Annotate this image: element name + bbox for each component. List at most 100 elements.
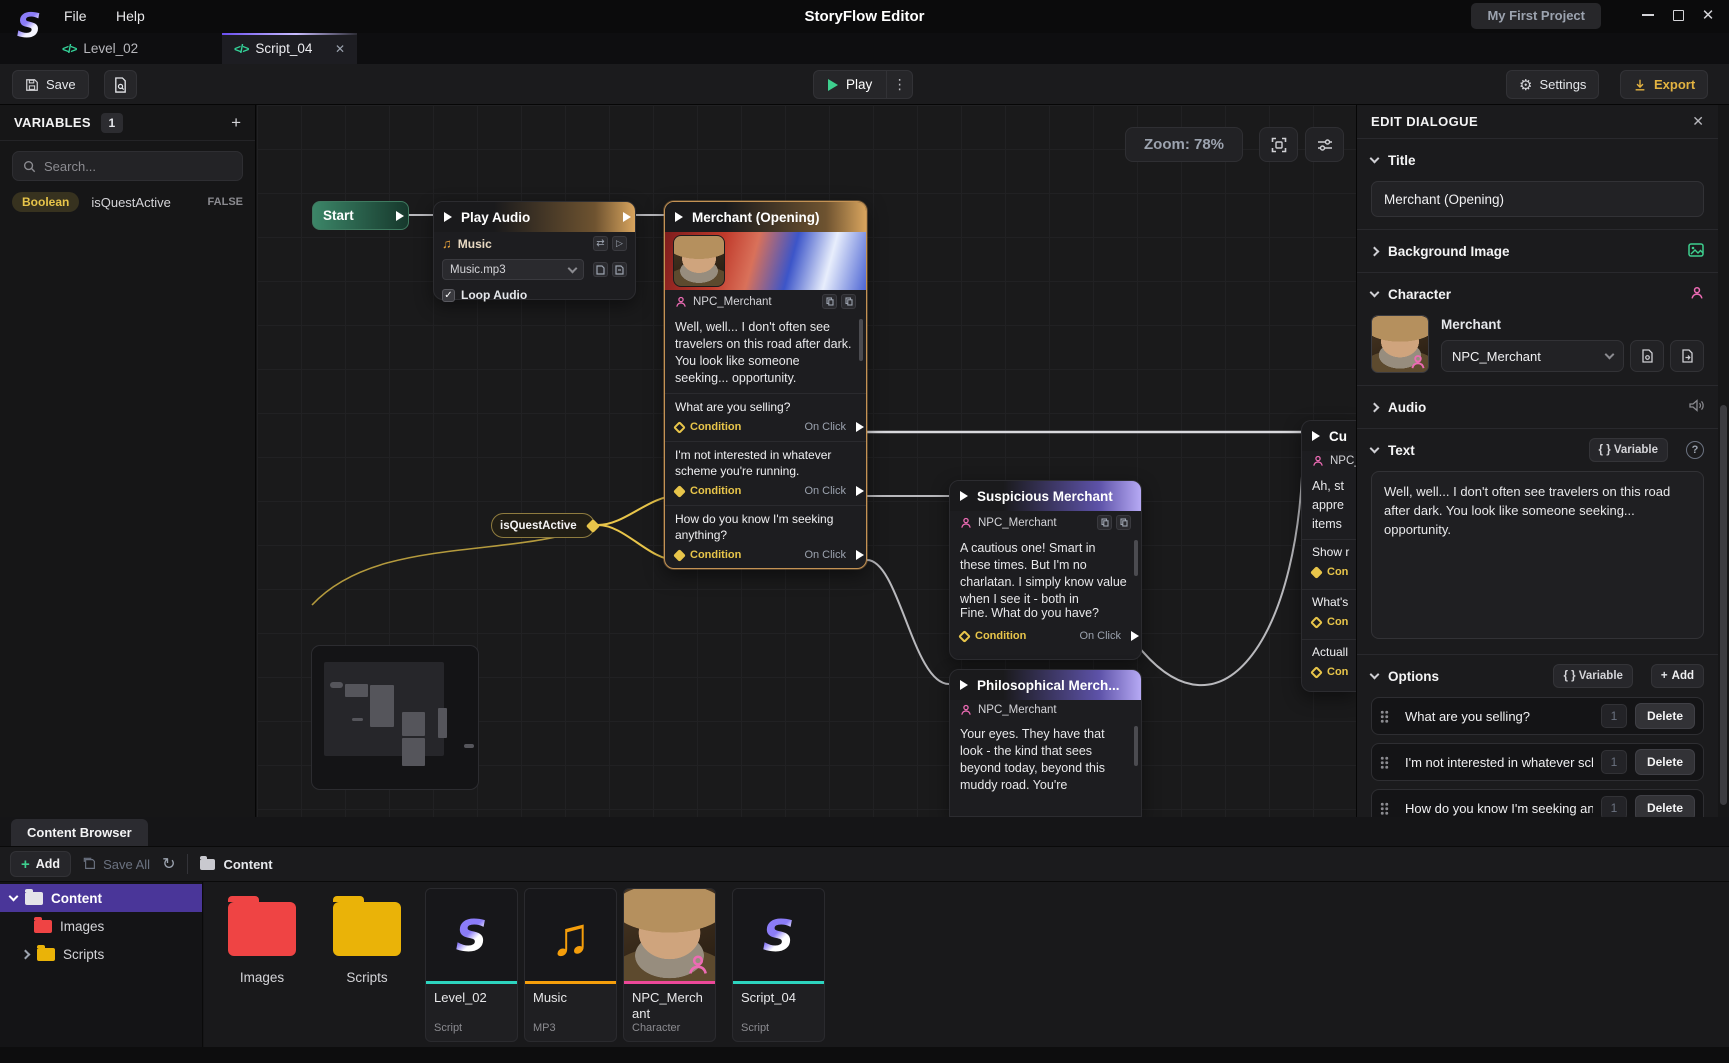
drag-handle-icon[interactable] — [1380, 710, 1389, 723]
settings-button[interactable]: ⚙ Settings — [1506, 70, 1599, 99]
asset-card-script-04[interactable]: S Script_04 Script — [732, 888, 825, 1042]
variable-search[interactable] — [12, 151, 243, 181]
dialogue-option-2[interactable]: What's Con — [1302, 589, 1356, 634]
dialogue-option-3[interactable]: Actuall Con — [1302, 639, 1356, 684]
search-input[interactable] — [44, 159, 214, 174]
asset-card-npc-merchant[interactable]: NPC_Merchant Character — [623, 888, 716, 1042]
node-suspicious-merchant[interactable]: Suspicious Merchant NPC_Merchant A cauti… — [949, 480, 1142, 660]
variable-row[interactable]: Boolean isQuestActive FALSE — [12, 187, 243, 217]
duplicate-icon-button[interactable] — [1116, 515, 1131, 530]
node-header[interactable]: Play Audio — [434, 202, 635, 232]
input-port[interactable] — [675, 212, 683, 222]
scrollbar-thumb[interactable] — [1720, 405, 1727, 805]
copy-icon-button[interactable] — [1097, 515, 1112, 530]
drag-handle-icon[interactable] — [1380, 756, 1389, 769]
output-port[interactable] — [1131, 631, 1139, 641]
content-browser-tab[interactable]: Content Browser — [11, 819, 148, 846]
condition-port[interactable] — [1310, 616, 1323, 629]
import-character-button[interactable] — [1670, 340, 1704, 372]
panel-scrollbar[interactable] — [1718, 105, 1729, 817]
window-close-button[interactable]: ✕ — [1693, 0, 1723, 30]
text-scrollbar[interactable] — [859, 319, 863, 361]
loop-icon-button[interactable]: ⇄ — [593, 236, 608, 251]
condition-port[interactable] — [958, 630, 971, 643]
node-header[interactable]: Cu — [1302, 421, 1356, 451]
tab-script-04[interactable]: </> Script_04 ✕ — [222, 33, 357, 64]
node-start[interactable]: Start — [312, 201, 409, 230]
options-section-header[interactable]: Options { } Variable +Add — [1371, 663, 1704, 689]
input-port[interactable] — [960, 680, 968, 690]
tree-item-content[interactable]: Content — [0, 884, 202, 912]
node-header[interactable]: Merchant (Opening) — [665, 202, 866, 232]
play-button[interactable]: Play — [814, 71, 886, 98]
condition-port[interactable] — [1310, 566, 1323, 579]
character-thumbnail[interactable] — [1371, 315, 1429, 373]
output-port[interactable] — [856, 550, 864, 560]
file-browse-button[interactable] — [593, 262, 608, 277]
add-asset-button[interactable]: + Add — [10, 851, 71, 877]
tab-level-02[interactable]: </> Level_02 — [50, 33, 150, 64]
script-preview-button[interactable] — [104, 70, 137, 99]
dialogue-option-1[interactable]: What are you selling? Condition On Click — [665, 393, 866, 441]
dialogue-option-2[interactable]: I'm not interested in whatever scheme yo… — [665, 441, 866, 505]
node-graph-canvas[interactable]: Zoom: 78% Start Play Audio ♫ Music ⇄ — [257, 105, 1356, 817]
window-maximize-button[interactable] — [1663, 0, 1693, 30]
tab-close-icon[interactable]: ✕ — [335, 42, 345, 56]
node-header[interactable]: Suspicious Merchant — [950, 481, 1141, 511]
delete-option-button[interactable]: Delete — [1635, 749, 1695, 775]
character-select[interactable]: NPC_Merchant — [1441, 340, 1624, 372]
condition-port[interactable] — [673, 485, 686, 498]
text-scrollbar[interactable] — [1134, 540, 1138, 576]
condition-port[interactable] — [673, 421, 686, 434]
panel-close-button[interactable]: ✕ — [1692, 113, 1704, 130]
duplicate-icon-button[interactable] — [841, 294, 856, 309]
help-icon[interactable]: ? — [1686, 441, 1704, 459]
drag-handle-icon[interactable] — [1380, 802, 1389, 815]
background-section-header[interactable]: Background Image — [1371, 238, 1704, 264]
dialogue-text[interactable]: A cautious one! Smart in these times. Bu… — [950, 534, 1141, 604]
output-port[interactable] — [856, 422, 864, 432]
window-minimize-button[interactable] — [1633, 0, 1663, 30]
delete-option-button[interactable]: Delete — [1635, 703, 1695, 729]
input-port[interactable] — [444, 212, 452, 222]
dialogue-option-1[interactable]: Show r Con — [1302, 539, 1356, 584]
node-merchant-opening[interactable]: Merchant (Opening) NPC_Merchant Well, we… — [664, 201, 867, 569]
dialogue-title-input[interactable] — [1371, 181, 1704, 217]
node-play-audio[interactable]: Play Audio ♫ Music ⇄ ▷ Music.mp3 — [433, 201, 636, 300]
breadcrumb[interactable]: Content — [200, 857, 272, 872]
export-button[interactable]: Export — [1620, 70, 1708, 99]
dialogue-option-3[interactable]: How do you know I'm seeking anything? Co… — [665, 505, 866, 569]
asset-card-level-02[interactable]: S Level_02 Script — [425, 888, 518, 1042]
preview-play-button[interactable]: ▷ — [612, 236, 627, 251]
insert-variable-button[interactable]: { } Variable — [1589, 438, 1668, 462]
output-port[interactable] — [396, 211, 404, 221]
input-port[interactable] — [960, 491, 968, 501]
audio-file-select[interactable]: Music.mp3 — [442, 259, 584, 280]
audio-section-header[interactable]: Audio — [1371, 394, 1704, 420]
insert-variable-button[interactable]: { } Variable — [1553, 664, 1632, 688]
node-clipped-right[interactable]: Cu NPC_ Ah, st appre items Show r Con Wh… — [1301, 420, 1356, 692]
file-import-button[interactable] — [612, 262, 627, 277]
asset-scripts-folder[interactable]: Scripts — [322, 902, 412, 985]
condition-port[interactable] — [673, 549, 686, 562]
output-port[interactable] — [856, 486, 864, 496]
copy-icon-button[interactable] — [822, 294, 837, 309]
input-port[interactable] — [1312, 431, 1320, 441]
dialogue-text[interactable]: Well, well... I don't often see traveler… — [665, 313, 866, 393]
save-button[interactable]: Save — [12, 70, 89, 99]
add-option-button[interactable]: +Add — [1651, 664, 1704, 688]
tree-item-images[interactable]: Images — [0, 912, 202, 940]
loop-audio-checkbox[interactable]: ✓ — [442, 289, 455, 302]
fit-view-button[interactable] — [1259, 127, 1298, 162]
tree-item-scripts[interactable]: Scripts — [0, 940, 202, 968]
text-scrollbar[interactable] — [1134, 726, 1138, 766]
minimap[interactable] — [311, 645, 479, 790]
asset-images-folder[interactable]: Images — [217, 902, 307, 985]
character-section-header[interactable]: Character — [1371, 281, 1704, 307]
output-port[interactable] — [623, 212, 631, 222]
condition-port[interactable] — [1310, 666, 1323, 679]
refresh-button[interactable]: ↻ — [162, 854, 175, 874]
option-text-input[interactable] — [1397, 801, 1593, 816]
option-text-input[interactable] — [1397, 755, 1593, 770]
open-character-button[interactable] — [1630, 340, 1664, 372]
